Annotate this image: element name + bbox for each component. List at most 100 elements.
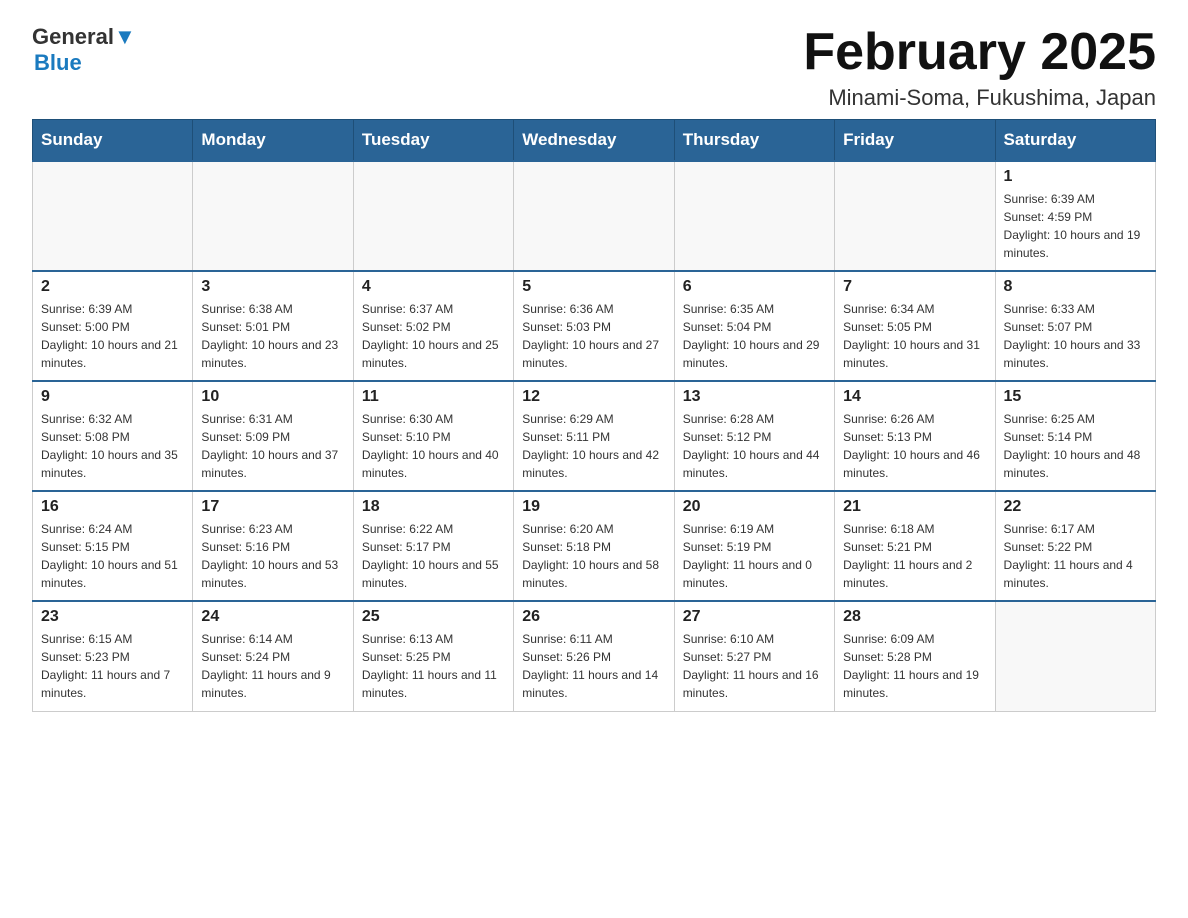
day-info: Sunrise: 6:09 AMSunset: 5:28 PMDaylight:… [843,630,986,702]
calendar-cell: 5 Sunrise: 6:36 AMSunset: 5:03 PMDaylight… [514,271,674,381]
day-info: Sunrise: 6:10 AMSunset: 5:27 PMDaylight:… [683,630,826,702]
day-info: Sunrise: 6:28 AMSunset: 5:12 PMDaylight:… [683,410,826,482]
logo-arrow-icon: ▼ [114,24,136,49]
day-info: Sunrise: 6:39 AMSunset: 5:00 PMDaylight:… [41,300,184,372]
calendar-cell [514,161,674,271]
day-number: 3 [201,278,344,296]
day-info: Sunrise: 6:14 AMSunset: 5:24 PMDaylight:… [201,630,344,702]
header-monday: Monday [193,120,353,162]
calendar-cell: 24 Sunrise: 6:14 AMSunset: 5:24 PMDayligh… [193,601,353,711]
day-info: Sunrise: 6:30 AMSunset: 5:10 PMDaylight:… [362,410,505,482]
day-number: 14 [843,388,986,406]
day-number: 1 [1004,168,1147,186]
day-number: 23 [41,608,184,626]
day-info: Sunrise: 6:26 AMSunset: 5:13 PMDaylight:… [843,410,986,482]
day-number: 5 [522,278,665,296]
day-number: 6 [683,278,826,296]
calendar-cell [193,161,353,271]
week-row-3: 16 Sunrise: 6:24 AMSunset: 5:15 PMDayligh… [33,491,1156,601]
day-number: 15 [1004,388,1147,406]
day-number: 19 [522,498,665,516]
title-section: February 2025 Minami-Soma, Fukushima, Ja… [803,24,1156,111]
week-row-1: 2 Sunrise: 6:39 AMSunset: 5:00 PMDaylight… [33,271,1156,381]
calendar-table: Sunday Monday Tuesday Wednesday Thursday… [32,119,1156,712]
logo-blue-text: Blue [34,50,136,76]
calendar-cell: 15 Sunrise: 6:25 AMSunset: 5:14 PMDayligh… [995,381,1155,491]
day-number: 17 [201,498,344,516]
week-row-4: 23 Sunrise: 6:15 AMSunset: 5:23 PMDayligh… [33,601,1156,711]
calendar-cell [835,161,995,271]
day-number: 20 [683,498,826,516]
calendar-cell: 22Sunrise: 6:17 AMSunset: 5:22 PMDayligh… [995,491,1155,601]
calendar-cell: 25 Sunrise: 6:13 AMSunset: 5:25 PMDayligh… [353,601,513,711]
day-info: Sunrise: 6:39 AMSunset: 4:59 PMDaylight:… [1004,190,1147,262]
header-friday: Friday [835,120,995,162]
day-number: 28 [843,608,986,626]
day-number: 7 [843,278,986,296]
day-number: 8 [1004,278,1147,296]
calendar-cell: 21Sunrise: 6:18 AMSunset: 5:21 PMDayligh… [835,491,995,601]
calendar-cell [674,161,834,271]
calendar-cell: 11 Sunrise: 6:30 AMSunset: 5:10 PMDayligh… [353,381,513,491]
logo: General▼ Blue [32,24,136,76]
day-number: 11 [362,388,505,406]
day-info: Sunrise: 6:34 AMSunset: 5:05 PMDaylight:… [843,300,986,372]
day-info: Sunrise: 6:20 AMSunset: 5:18 PMDaylight:… [522,520,665,592]
day-number: 24 [201,608,344,626]
calendar-cell: 18 Sunrise: 6:22 AMSunset: 5:17 PMDayligh… [353,491,513,601]
header-wednesday: Wednesday [514,120,674,162]
day-number: 13 [683,388,826,406]
calendar-cell: 17 Sunrise: 6:23 AMSunset: 5:16 PMDayligh… [193,491,353,601]
day-info: Sunrise: 6:23 AMSunset: 5:16 PMDaylight:… [201,520,344,592]
day-number: 25 [362,608,505,626]
calendar-cell: 8 Sunrise: 6:33 AMSunset: 5:07 PMDaylight… [995,271,1155,381]
week-row-0: 1 Sunrise: 6:39 AMSunset: 4:59 PMDaylight… [33,161,1156,271]
weekday-header-row: Sunday Monday Tuesday Wednesday Thursday… [33,120,1156,162]
day-info: Sunrise: 6:35 AMSunset: 5:04 PMDaylight:… [683,300,826,372]
calendar-cell: 23 Sunrise: 6:15 AMSunset: 5:23 PMDayligh… [33,601,193,711]
calendar-cell: 16 Sunrise: 6:24 AMSunset: 5:15 PMDayligh… [33,491,193,601]
header-sunday: Sunday [33,120,193,162]
logo-text: General▼ Blue [32,24,136,76]
page-header: General▼ Blue February 2025 Minami-Soma,… [32,24,1156,111]
header-tuesday: Tuesday [353,120,513,162]
calendar-cell: 4 Sunrise: 6:37 AMSunset: 5:02 PMDaylight… [353,271,513,381]
calendar-cell: 10 Sunrise: 6:31 AMSunset: 5:09 PMDayligh… [193,381,353,491]
day-info: Sunrise: 6:31 AMSunset: 5:09 PMDaylight:… [201,410,344,482]
header-saturday: Saturday [995,120,1155,162]
day-info: Sunrise: 6:13 AMSunset: 5:25 PMDaylight:… [362,630,505,702]
day-number: 12 [522,388,665,406]
day-info: Sunrise: 6:36 AMSunset: 5:03 PMDaylight:… [522,300,665,372]
day-number: 18 [362,498,505,516]
calendar-cell: 26 Sunrise: 6:11 AMSunset: 5:26 PMDayligh… [514,601,674,711]
day-info: Sunrise: 6:33 AMSunset: 5:07 PMDaylight:… [1004,300,1147,372]
calendar-cell: 3Sunrise: 6:38 AMSunset: 5:01 PMDaylight… [193,271,353,381]
day-number: 26 [522,608,665,626]
day-number: 10 [201,388,344,406]
day-info: Sunrise: 6:17 AMSunset: 5:22 PMDaylight:… [1004,520,1147,592]
day-info: Sunrise: 6:11 AMSunset: 5:26 PMDaylight:… [522,630,665,702]
calendar-cell [995,601,1155,711]
calendar-cell [33,161,193,271]
day-number: 2 [41,278,184,296]
calendar-cell: 28 Sunrise: 6:09 AMSunset: 5:28 PMDayligh… [835,601,995,711]
day-info: Sunrise: 6:15 AMSunset: 5:23 PMDaylight:… [41,630,184,702]
calendar-cell: 12 Sunrise: 6:29 AMSunset: 5:11 PMDayligh… [514,381,674,491]
day-info: Sunrise: 6:29 AMSunset: 5:11 PMDaylight:… [522,410,665,482]
calendar-subtitle: Minami-Soma, Fukushima, Japan [803,85,1156,111]
day-info: Sunrise: 6:18 AMSunset: 5:21 PMDaylight:… [843,520,986,592]
day-number: 16 [41,498,184,516]
day-info: Sunrise: 6:24 AMSunset: 5:15 PMDaylight:… [41,520,184,592]
header-thursday: Thursday [674,120,834,162]
calendar-cell [353,161,513,271]
day-info: Sunrise: 6:25 AMSunset: 5:14 PMDaylight:… [1004,410,1147,482]
day-number: 4 [362,278,505,296]
calendar-cell: 13 Sunrise: 6:28 AMSunset: 5:12 PMDayligh… [674,381,834,491]
calendar-cell: 7 Sunrise: 6:34 AMSunset: 5:05 PMDaylight… [835,271,995,381]
calendar-cell: 9Sunrise: 6:32 AMSunset: 5:08 PMDaylight… [33,381,193,491]
calendar-cell: 27Sunrise: 6:10 AMSunset: 5:27 PMDayligh… [674,601,834,711]
calendar-cell: 1 Sunrise: 6:39 AMSunset: 4:59 PMDaylight… [995,161,1155,271]
calendar-title: February 2025 [803,24,1156,81]
day-info: Sunrise: 6:37 AMSunset: 5:02 PMDaylight:… [362,300,505,372]
day-info: Sunrise: 6:22 AMSunset: 5:17 PMDaylight:… [362,520,505,592]
